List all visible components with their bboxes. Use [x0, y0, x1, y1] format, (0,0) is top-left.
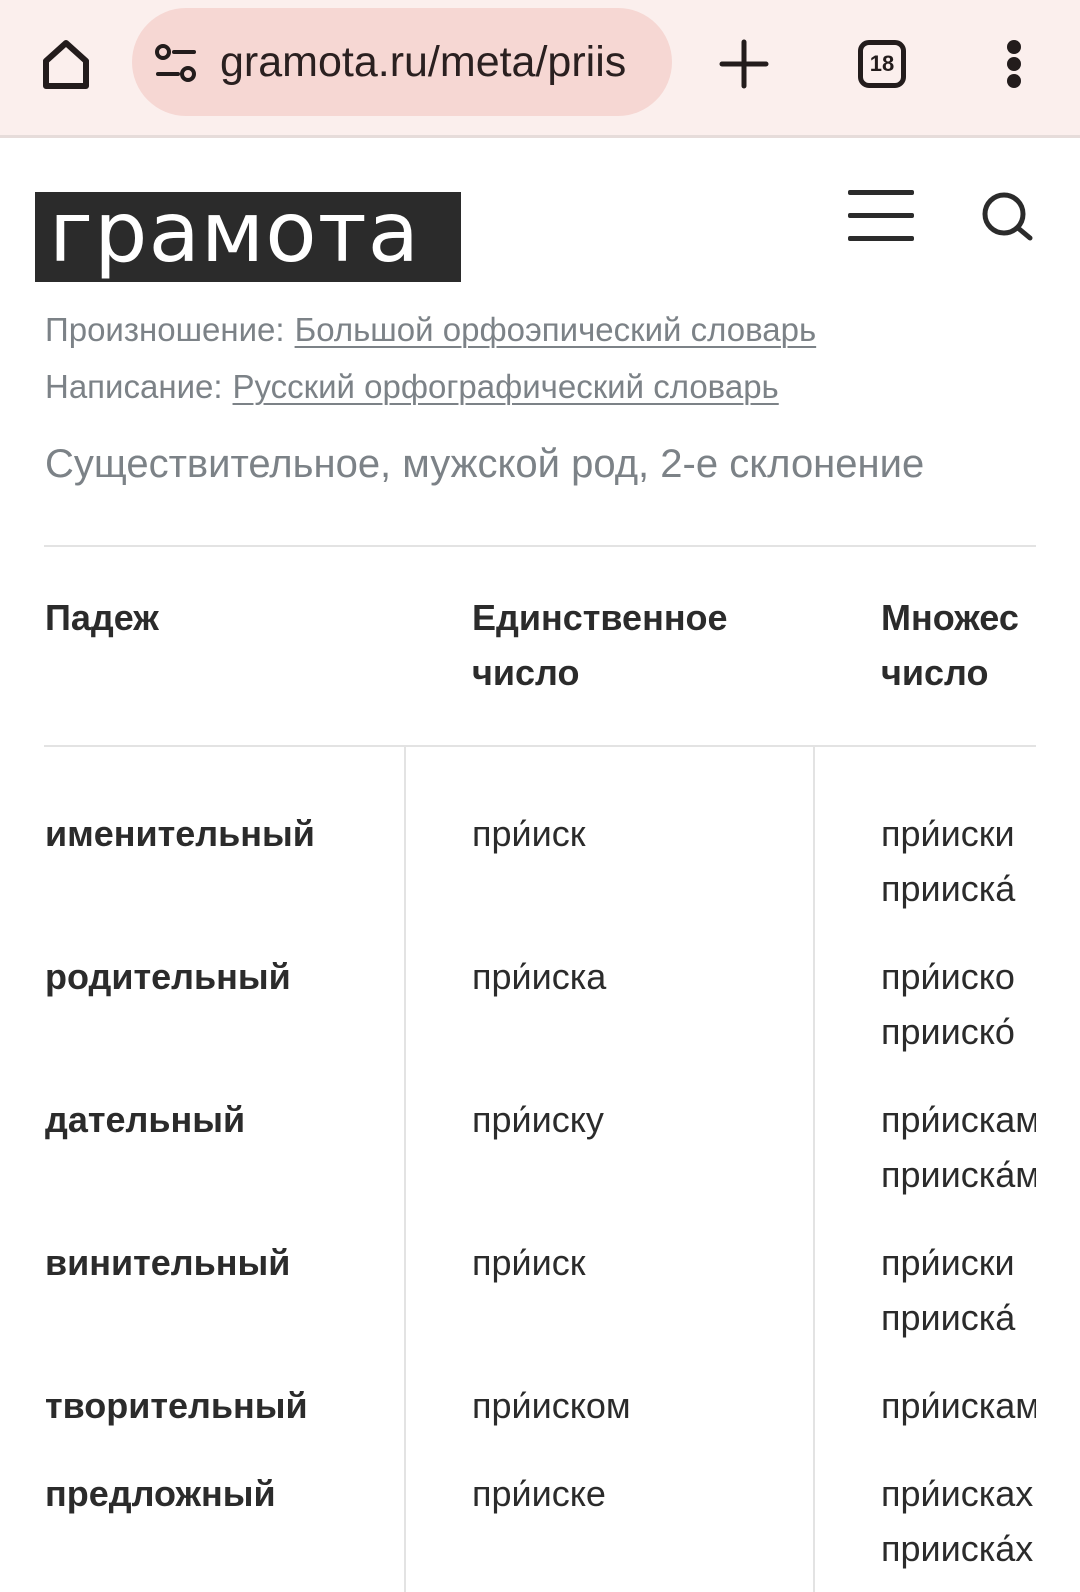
column-divider [813, 745, 815, 1592]
table-row-plural-variant: прииска́ [881, 868, 1016, 909]
hamburger-menu-icon[interactable] [848, 190, 914, 242]
header-case: Падеж [45, 597, 159, 638]
browser-toolbar: gramota.ru/meta/priis 18 [0, 0, 1080, 138]
spelling-label: Написание: [45, 368, 223, 405]
table-row-plural: при́иски [881, 1242, 1015, 1283]
new-tab-icon[interactable] [718, 38, 770, 90]
header-plural-1: Множес [881, 597, 1019, 638]
home-icon[interactable] [36, 34, 96, 94]
table-row-singular: при́иску [472, 1099, 604, 1140]
table-header-divider [44, 745, 1036, 747]
table-row-case: именительный [45, 813, 315, 854]
column-divider [404, 745, 406, 1592]
pronunciation-dictionary-link[interactable]: Большой орфоэпический словарь [295, 311, 817, 348]
table-row-case: предложный [45, 1473, 276, 1514]
spelling-line: Написание: Русский орфографический словар… [45, 365, 779, 409]
table-row-plural: при́иско [881, 956, 1015, 997]
table-row-singular: при́иск [472, 1242, 586, 1283]
table-row-case: винительный [45, 1242, 291, 1283]
table-row-plural-variant: прииска́ [881, 1297, 1016, 1338]
grammar-info: Существительное, мужской род, 2-е склоне… [45, 442, 925, 486]
more-options-icon[interactable] [996, 38, 1032, 90]
table-row-plural: при́искам [881, 1385, 1036, 1426]
tab-switcher-button[interactable]: 18 [858, 40, 906, 88]
table-row-singular: при́иска [472, 956, 607, 997]
pronunciation-line: Произношение: Большой орфоэпический слова… [45, 308, 816, 352]
header-plural-2: число [881, 652, 989, 693]
search-icon[interactable] [978, 188, 1038, 248]
table-row-plural-variant: прииска́м [881, 1154, 1036, 1195]
site-settings-icon[interactable] [154, 44, 198, 84]
table-row-singular: при́иск [472, 813, 586, 854]
header-singular-2: число [472, 652, 580, 693]
table-row-plural-variant: прииско́ [881, 1011, 1015, 1052]
table-row-singular: при́иске [472, 1473, 606, 1514]
table-top-divider [44, 545, 1036, 547]
url-text[interactable]: gramota.ru/meta/priis [220, 36, 660, 88]
table-row-case: дательный [45, 1099, 246, 1140]
table-row-plural: при́искам [881, 1099, 1036, 1140]
pronunciation-label: Произношение: [45, 311, 285, 348]
table-row-case: творительный [45, 1385, 308, 1426]
spelling-dictionary-link[interactable]: Русский орфографический словарь [233, 368, 779, 405]
table-row-plural-variant: прииска́x [881, 1528, 1034, 1569]
header-singular-1: Единственное [472, 597, 728, 638]
address-bar[interactable]: gramota.ru/meta/priis [132, 8, 672, 116]
table-row-plural: при́иски [881, 813, 1015, 854]
table-row-singular: при́иском [472, 1385, 631, 1426]
site-logo[interactable]: грамота [35, 192, 461, 282]
table-row-case: родительный [45, 956, 291, 997]
table-row-plural: при́искаx [881, 1473, 1034, 1514]
